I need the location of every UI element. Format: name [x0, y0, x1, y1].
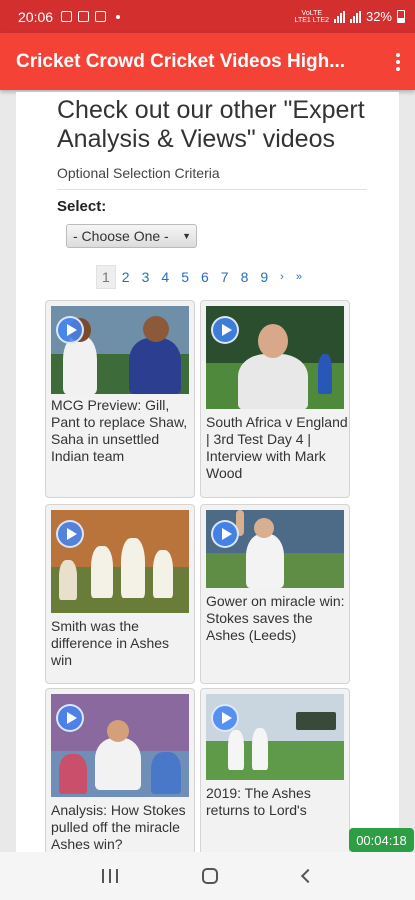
page-link-1[interactable]: 1	[96, 265, 116, 289]
recent-apps-icon[interactable]	[102, 869, 119, 883]
status-time: 20:06	[18, 8, 54, 25]
session-timer: 00:04:18	[349, 828, 414, 852]
play-icon	[211, 316, 239, 344]
video-thumbnail[interactable]	[51, 510, 189, 613]
category-select-value: - Choose One -	[73, 228, 169, 244]
play-icon	[211, 704, 239, 732]
page-heading: Check out our other "Expert Analysis & V…	[57, 96, 365, 153]
signal-sim1-icon	[333, 10, 345, 23]
video-thumbnail[interactable]	[51, 694, 189, 797]
page-link-5[interactable]: 5	[175, 265, 195, 289]
page-link-6[interactable]: 6	[195, 265, 215, 289]
video-thumbnail[interactable]	[206, 306, 344, 409]
more-notifications-icon	[116, 14, 121, 19]
home-icon[interactable]	[202, 868, 219, 884]
video-title: South Africa v England | 3rd Test Day 4 …	[206, 414, 348, 481]
video-card[interactable]: South Africa v England | 3rd Test Day 4 …	[200, 300, 350, 498]
app-bar: Cricket Crowd Cricket Videos High...	[0, 33, 415, 90]
play-icon	[56, 704, 84, 732]
page-link-4[interactable]: 4	[155, 265, 175, 289]
play-icon	[211, 520, 239, 548]
video-title: Smith was the difference in Ashes win	[51, 618, 170, 668]
video-title: MCG Preview: Gill, Pant to replace Shaw,…	[51, 397, 188, 464]
video-card[interactable]: 2019: The Ashes returns to Lord's	[200, 688, 350, 852]
video-title: 2019: The Ashes returns to Lord's	[206, 785, 311, 818]
web-content: Check out our other "Expert Analysis & V…	[16, 92, 399, 852]
page-link-8[interactable]: 8	[235, 265, 255, 289]
category-select[interactable]: - Choose One - ▼	[66, 224, 197, 248]
video-card[interactable]: Gower on miracle win: Stokes saves the A…	[200, 504, 350, 684]
overflow-menu-icon[interactable]	[381, 42, 415, 82]
pagination: 1 2 3 4 5 6 7 8 9 › »	[96, 264, 308, 290]
video-title: Analysis: How Stokes pulled off the mira…	[51, 802, 186, 852]
app-notification-icon	[95, 11, 107, 22]
video-card[interactable]: Analysis: How Stokes pulled off the mira…	[45, 688, 195, 852]
system-nav-bar	[0, 852, 415, 900]
page-link-9[interactable]: 9	[254, 265, 274, 289]
network-type-indicator: VoLTE LTE1 LTE2	[294, 9, 329, 24]
app-title: Cricket Crowd Cricket Videos High...	[16, 50, 346, 72]
status-bar: 20:06 VoLTE LTE1 LTE2 32%	[0, 0, 415, 33]
battery-icon	[397, 10, 405, 23]
video-card[interactable]: MCG Preview: Gill, Pant to replace Shaw,…	[45, 300, 195, 498]
video-title: Gower on miracle win: Stokes saves the A…	[206, 593, 345, 643]
video-thumbnail[interactable]	[51, 306, 189, 394]
video-card[interactable]: Smith was the difference in Ashes win	[45, 504, 195, 684]
image-notification-icon	[78, 11, 90, 22]
battery-percent: 32%	[365, 9, 392, 24]
gallery-notification-icon	[61, 11, 73, 22]
page-link-3[interactable]: 3	[136, 265, 156, 289]
dropdown-arrow-icon: ▼	[182, 231, 191, 241]
select-label: Select:	[57, 198, 107, 215]
next-page-link[interactable]: ›	[274, 267, 290, 287]
video-thumbnail[interactable]	[206, 694, 344, 780]
back-icon[interactable]	[300, 868, 315, 884]
page-link-7[interactable]: 7	[215, 265, 235, 289]
page-link-2[interactable]: 2	[116, 265, 136, 289]
play-icon	[56, 316, 84, 344]
optional-selection-label: Optional Selection Criteria	[57, 165, 367, 190]
last-page-link[interactable]: »	[290, 267, 308, 287]
video-thumbnail[interactable]	[206, 510, 344, 588]
play-icon	[56, 520, 84, 548]
signal-sim2-icon	[349, 10, 361, 23]
